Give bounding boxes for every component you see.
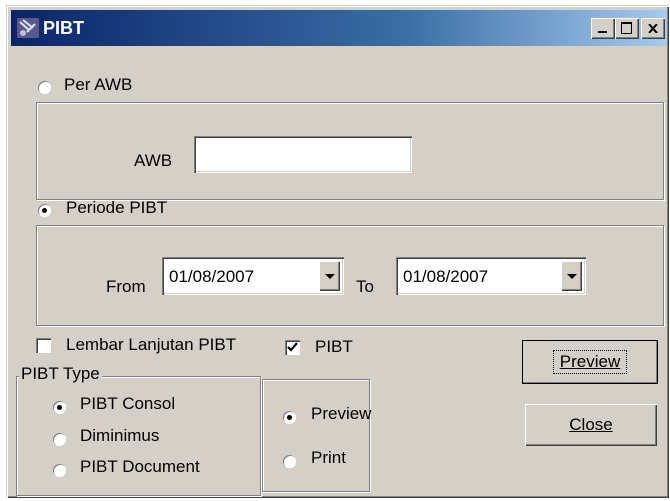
from-label: From — [106, 277, 146, 296]
output-group — [262, 379, 370, 492]
preview-button[interactable]: Preview — [522, 340, 658, 384]
chevron-down-icon — [324, 273, 335, 279]
app-icon — [17, 18, 39, 38]
close-icon — [648, 24, 658, 33]
pibt-checkbox-label: PIBT — [315, 337, 353, 356]
pibt-window: PIBT Per AWB AWB Periode PIBT From 01/08… — [6, 5, 669, 498]
lembar-lanjutan-label: Lembar Lanjutan PIBT — [66, 335, 237, 354]
output-preview-radio[interactable] — [283, 411, 296, 424]
to-dropdown-button[interactable] — [561, 261, 582, 291]
awb-input[interactable] — [194, 136, 412, 173]
periode-pibt-radio[interactable] — [38, 204, 51, 217]
pibt-consol-radio[interactable] — [53, 401, 66, 414]
output-print-radio[interactable] — [283, 455, 296, 468]
lembar-lanjutan-checkbox[interactable] — [36, 338, 51, 353]
check-icon — [287, 342, 298, 352]
from-date-combo[interactable]: 01/08/2007 — [162, 257, 344, 295]
pibt-consol-label: PIBT Consol — [80, 394, 176, 413]
to-date-combo[interactable]: 01/08/2007 — [396, 257, 586, 295]
maximize-button[interactable] — [615, 18, 639, 39]
pibt-document-label: PIBT Document — [80, 457, 200, 476]
minimize-icon — [598, 31, 607, 33]
per-awb-radio[interactable] — [38, 81, 51, 94]
diminimus-label: Diminimus — [80, 426, 160, 445]
close-button[interactable]: Close — [525, 404, 657, 446]
chevron-down-icon — [566, 273, 577, 279]
awb-label: AWB — [134, 151, 173, 170]
minimize-button[interactable] — [591, 18, 615, 39]
per-awb-label: Per AWB — [64, 75, 133, 94]
title-bar[interactable]: PIBT — [11, 10, 667, 46]
periode-pibt-label: Periode PIBT — [66, 198, 168, 217]
maximize-icon — [621, 22, 632, 34]
from-dropdown-button[interactable] — [319, 261, 340, 291]
output-print-label: Print — [311, 448, 346, 467]
pibt-checkbox[interactable] — [285, 340, 300, 355]
pibt-document-radio[interactable] — [53, 464, 66, 477]
output-preview-label: Preview — [311, 404, 372, 423]
close-window-button[interactable] — [641, 18, 665, 39]
pibt-type-legend: PIBT Type — [19, 364, 102, 384]
diminimus-radio[interactable] — [53, 433, 66, 446]
to-label: To — [356, 277, 374, 296]
window-title: PIBT — [43, 18, 85, 38]
